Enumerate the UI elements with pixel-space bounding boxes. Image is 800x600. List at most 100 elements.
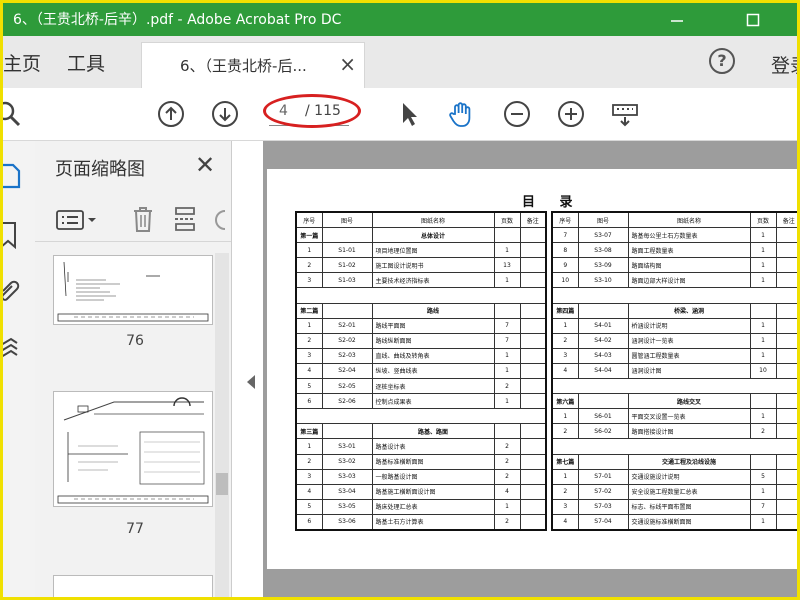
row-number: 4 bbox=[295, 362, 323, 380]
header-code: 图号 bbox=[577, 211, 629, 229]
row-name: 一般路基设计图 bbox=[371, 468, 495, 485]
row-name: 路面边部大样设计图 bbox=[627, 272, 751, 289]
row-notes bbox=[775, 332, 797, 349]
row-number: 2 bbox=[295, 453, 323, 470]
toc-section-row: 第六篇 路线交叉 bbox=[551, 393, 797, 410]
zoom-in-icon[interactable] bbox=[557, 100, 585, 128]
table-row: 2 S4-02 涵洞设计一览表 1 bbox=[551, 332, 797, 349]
row-number: 3 bbox=[551, 498, 579, 515]
row-number: 3 bbox=[551, 347, 579, 364]
table-row: 2 S3-02 路基标准横断面图 2 bbox=[295, 453, 547, 470]
row-number: 9 bbox=[551, 257, 579, 274]
row-name: 桥涵设计说明 bbox=[627, 317, 751, 334]
table-row: 2 S6-02 路面搭接设计图 2 bbox=[551, 423, 797, 440]
row-name: 路基土石方计算表 bbox=[371, 513, 495, 531]
table-row: 9 S3-09 路面结构图 1 bbox=[551, 257, 797, 274]
table-row: 4 S7-04 交通设施标准横断面图 1 bbox=[551, 513, 797, 531]
row-name: 路基标准横断面图 bbox=[371, 453, 495, 470]
page-thumbnails-icon[interactable] bbox=[3, 163, 21, 189]
row-notes bbox=[519, 468, 547, 485]
tab-tools[interactable]: 工具 bbox=[67, 36, 105, 88]
row-name: 涵洞设计图 bbox=[627, 362, 751, 380]
layers-icon[interactable] bbox=[3, 337, 21, 365]
document-view[interactable]: 目 录 序号 图号 图纸名称 页数 备注 第一篇 总体设计 1 S1-01 项目地理位置… bbox=[263, 141, 797, 597]
row-code: S6-02 bbox=[577, 423, 629, 440]
bookmarks-icon[interactable] bbox=[3, 221, 21, 249]
table-row: 5 S2-05 逐桩坐标表 2 bbox=[295, 378, 547, 395]
row-name: 路床处理汇总表 bbox=[371, 498, 495, 515]
blank-cell bbox=[551, 287, 797, 304]
help-icon[interactable]: ? bbox=[709, 48, 735, 74]
page-thumbnail-78[interactable] bbox=[53, 575, 213, 597]
row-number: 1 bbox=[295, 317, 323, 334]
toc-section-row: 第七篇 交通工程及沿线设施 bbox=[551, 453, 797, 470]
thumbnail-scrollbar[interactable] bbox=[215, 253, 229, 597]
row-notes bbox=[775, 347, 797, 364]
row-name: 主要技术经济指标表 bbox=[371, 272, 495, 289]
section-notes bbox=[519, 227, 547, 244]
search-icon[interactable] bbox=[3, 100, 23, 128]
section-name: 路线交叉 bbox=[627, 393, 751, 410]
row-notes bbox=[519, 378, 547, 395]
row-pages: 1 bbox=[493, 362, 521, 380]
table-row: 2 S1-02 施工图设计说明书 13 bbox=[295, 257, 547, 274]
row-pages: 1 bbox=[749, 513, 777, 531]
row-number: 7 bbox=[551, 227, 579, 244]
row-code: S3-08 bbox=[577, 242, 629, 259]
next-page-icon[interactable] bbox=[211, 100, 239, 128]
row-pages: 1 bbox=[749, 317, 777, 334]
tab-document[interactable]: 6、（王贵北桥-后... × bbox=[141, 42, 365, 88]
row-pages: 1 bbox=[749, 257, 777, 274]
thumbnail-76-drawing bbox=[57, 261, 209, 322]
row-code: S4-01 bbox=[577, 317, 629, 334]
row-name: 标志、标线平面布置图 bbox=[627, 498, 751, 515]
tab-home[interactable]: 主页 bbox=[3, 36, 41, 88]
row-notes bbox=[775, 513, 797, 531]
row-code: S1-02 bbox=[321, 257, 373, 274]
page-thumbnail-77[interactable] bbox=[53, 391, 213, 507]
minimize-button[interactable] bbox=[657, 3, 697, 36]
table-row: 2 S2-02 路线纵断面图 7 bbox=[295, 332, 547, 349]
zoom-out-icon[interactable] bbox=[503, 100, 531, 128]
row-number: 5 bbox=[295, 378, 323, 395]
login-link[interactable]: 登录 bbox=[771, 51, 797, 78]
row-number: 1 bbox=[551, 317, 579, 334]
thumbnail-scrollbar-thumb[interactable] bbox=[216, 473, 228, 495]
row-notes bbox=[519, 362, 547, 380]
thumbnail-options-icon[interactable] bbox=[55, 209, 101, 231]
hand-tool-icon[interactable] bbox=[447, 100, 475, 128]
page-thumbnail-76[interactable] bbox=[53, 255, 213, 325]
row-pages: 1 bbox=[749, 332, 777, 349]
row-pages: 1 bbox=[493, 393, 521, 410]
rotate-page-icon[interactable] bbox=[211, 207, 231, 233]
section-spacer bbox=[321, 227, 373, 244]
close-tab-icon[interactable]: × bbox=[339, 52, 356, 76]
row-pages: 2 bbox=[493, 468, 521, 485]
table-row: 6 S3-06 路基土石方计算表 2 bbox=[295, 513, 547, 531]
close-panel-icon[interactable]: ✕ bbox=[195, 151, 215, 179]
header-notes: 备注 bbox=[775, 211, 797, 229]
collapse-panel-arrow[interactable] bbox=[247, 375, 255, 389]
row-number: 2 bbox=[551, 332, 579, 349]
keyboard-tool-icon[interactable] bbox=[611, 100, 639, 128]
row-notes bbox=[775, 362, 797, 380]
row-number: 2 bbox=[551, 483, 579, 500]
delete-page-icon[interactable] bbox=[131, 205, 155, 233]
maximize-button[interactable] bbox=[733, 3, 773, 36]
row-code: S3-10 bbox=[577, 272, 629, 289]
row-pages: 1 bbox=[749, 347, 777, 364]
row-number: 10 bbox=[551, 272, 579, 289]
row-pages: 2 bbox=[493, 453, 521, 470]
row-notes bbox=[519, 272, 547, 289]
title-bar: 6、（王贵北桥-后辛）.pdf - Adobe Acrobat Pro DC bbox=[3, 3, 797, 36]
extract-page-icon[interactable] bbox=[173, 205, 197, 233]
thumbnail-panel: 页面缩略图 ✕ 76 77 bbox=[35, 141, 232, 597]
attachments-icon[interactable] bbox=[3, 279, 21, 307]
acrobat-window: 6、（王贵北桥-后辛）.pdf - Adobe Acrobat Pro DC 主… bbox=[3, 3, 797, 597]
window-title: 6、（王贵北桥-后辛）.pdf - Adobe Acrobat Pro DC bbox=[13, 12, 342, 28]
row-notes bbox=[519, 498, 547, 515]
select-cursor-icon[interactable] bbox=[395, 100, 423, 128]
table-row: 1 S3-01 路基设计表 2 bbox=[295, 438, 547, 455]
previous-page-icon[interactable] bbox=[157, 100, 185, 128]
row-code: S7-03 bbox=[577, 498, 629, 515]
